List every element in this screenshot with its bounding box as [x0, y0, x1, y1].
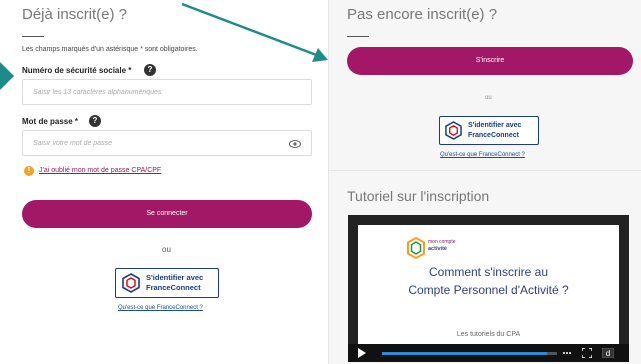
password-input[interactable]	[23, 131, 311, 155]
fullscreen-icon[interactable]	[582, 348, 592, 358]
ssn-field[interactable]	[22, 79, 312, 105]
section-divider	[329, 170, 641, 171]
slide-title-line-2: Compte Personnel d'Activité ?	[408, 283, 569, 297]
signup-title: Pas encore inscrit(e) ?	[347, 6, 498, 23]
more-options-icon[interactable]	[562, 348, 572, 358]
connect-button[interactable]: Se connecter	[22, 200, 312, 228]
or-separator: ou	[162, 245, 171, 254]
signup-what-is-franceconnect-link[interactable]: Qu'est-ce que FranceConnect ?	[440, 152, 525, 158]
slide-title-line-1: Comment s'inscrire au	[429, 265, 548, 279]
share-icon[interactable]	[603, 233, 619, 247]
franceconnect-button[interactable]: S'identifier avec FranceConnect	[115, 268, 219, 298]
logo-line-2: activité	[428, 246, 447, 252]
signup-franceconnect-button[interactable]: S'identifier avec FranceConnect	[439, 116, 539, 145]
ssn-input[interactable]	[23, 80, 311, 104]
login-title: Déjà inscrit(e) ?	[22, 6, 128, 23]
logo-line-1: mon compte	[428, 239, 456, 245]
tutorial-video-player[interactable]: mon compte activité Comment s'inscrire a…	[348, 215, 629, 362]
svg-text:d: d	[606, 349, 610, 358]
warning-icon: !	[24, 166, 34, 176]
video-controls: d	[348, 344, 629, 362]
signup-button[interactable]: S'inscrire	[347, 47, 633, 75]
play-icon[interactable]	[358, 348, 366, 358]
tutorial-title: Tutoriel sur l'inscription	[347, 188, 490, 204]
password-help-icon[interactable]: ?	[89, 115, 101, 127]
signup-franceconnect-label-2: FranceConnect	[468, 132, 519, 139]
franceconnect-label-1: S'identifier avec	[146, 273, 204, 282]
franceconnect-logo-icon	[122, 273, 140, 293]
slide-subtitle: Les tutoriels du CPA	[456, 331, 521, 338]
ssn-help-icon[interactable]: ?	[144, 64, 156, 76]
login-title-rule	[22, 36, 44, 37]
franceconnect-label-2: FranceConnect	[146, 283, 201, 292]
password-label: Mot de passe *	[22, 117, 79, 126]
video-progress-remaining[interactable]	[547, 352, 557, 355]
signup-title-rule	[347, 36, 369, 37]
login-panel: Déjà inscrit(e) ? Les champs marqués d'u…	[0, 0, 328, 364]
what-is-franceconnect-link[interactable]: Qu'est-ce que FranceConnect ?	[118, 305, 203, 311]
password-field[interactable]	[22, 130, 312, 156]
ssn-label: Numéro de sécurité sociale *	[22, 66, 132, 75]
signup-franceconnect-logo-icon	[445, 121, 462, 140]
signup-or-separator: ou	[485, 95, 492, 101]
signup-franceconnect-label-1: S'identifier avec	[468, 122, 522, 129]
video-progress-bar[interactable]	[382, 352, 547, 355]
video-slide: mon compte activité Comment s'inscrire a…	[358, 225, 619, 352]
required-note: Les champs marqués d'un astérisque * son…	[22, 46, 198, 53]
show-password-eye-icon[interactable]	[289, 140, 301, 148]
forgot-password-link[interactable]: J'ai oublié mon mot de passe CPA/CPF	[39, 167, 161, 174]
dailymotion-logo-icon[interactable]: d	[602, 348, 614, 358]
